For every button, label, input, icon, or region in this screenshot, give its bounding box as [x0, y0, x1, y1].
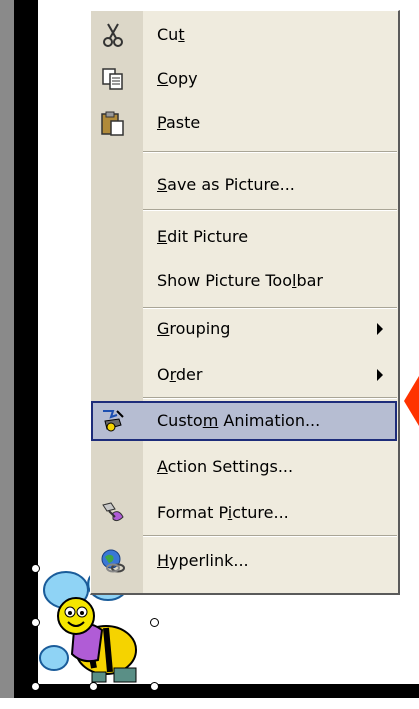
paste-icon — [99, 109, 127, 137]
menu-item-cut[interactable]: Cut — [91, 15, 397, 55]
pointer-arrow-icon — [404, 376, 419, 426]
menu-item-format-picture[interactable]: Format Picture... — [91, 493, 397, 533]
menu-separator — [143, 535, 397, 537]
menu-item-label: Order — [157, 365, 203, 384]
menu-item-order[interactable]: Order — [91, 355, 397, 395]
menu-item-custom-animation[interactable]: Custom Animation... — [91, 401, 397, 441]
menu-item-label: Grouping — [157, 319, 231, 338]
menu-item-label: Hyperlink... — [157, 551, 249, 570]
menu-item-grouping[interactable]: Grouping — [91, 309, 397, 349]
format-picture-icon — [99, 499, 127, 527]
menu-item-label: Format Picture... — [157, 503, 289, 522]
slide-left-border — [14, 0, 38, 709]
menu-item-label: Paste — [157, 113, 201, 132]
submenu-arrow-icon — [377, 369, 383, 381]
context-menu: Cut Copy Paste Save as Picture... Edit P… — [90, 10, 400, 595]
menu-item-label: Cut — [157, 25, 185, 44]
scissors-icon — [99, 21, 127, 49]
menu-item-label: Show Picture Toolbar — [157, 271, 323, 290]
menu-separator — [143, 397, 397, 399]
window-edge — [0, 0, 14, 709]
menu-item-label: Save as Picture... — [157, 175, 295, 194]
menu-item-label: Copy — [157, 69, 198, 88]
selection-handle[interactable] — [31, 618, 40, 627]
menu-item-edit-picture[interactable]: Edit Picture — [91, 217, 397, 257]
menu-item-action-settings[interactable]: Action Settings... — [91, 447, 397, 487]
menu-item-label: Action Settings... — [157, 457, 294, 476]
menu-item-label: Edit Picture — [157, 227, 249, 246]
menu-item-paste[interactable]: Paste — [91, 103, 397, 143]
menu-item-save-as-picture[interactable]: Save as Picture... — [91, 165, 397, 205]
submenu-arrow-icon — [377, 323, 383, 335]
menu-item-copy[interactable]: Copy — [91, 59, 397, 99]
hyperlink-icon — [99, 547, 127, 575]
selection-handle[interactable] — [31, 682, 40, 691]
menu-separator — [143, 209, 397, 211]
selection-handle[interactable] — [31, 564, 40, 573]
selection-handle[interactable] — [150, 618, 159, 627]
menu-item-label: Custom Animation... — [157, 411, 321, 430]
selection-handle[interactable] — [89, 682, 98, 691]
custom-animation-icon — [99, 407, 127, 435]
menu-item-hyperlink[interactable]: Hyperlink... — [91, 541, 397, 581]
copy-icon — [99, 65, 127, 93]
selection-handle[interactable] — [150, 682, 159, 691]
menu-separator — [143, 151, 397, 153]
menu-item-show-picture-toolbar[interactable]: Show Picture Toolbar — [91, 261, 397, 301]
